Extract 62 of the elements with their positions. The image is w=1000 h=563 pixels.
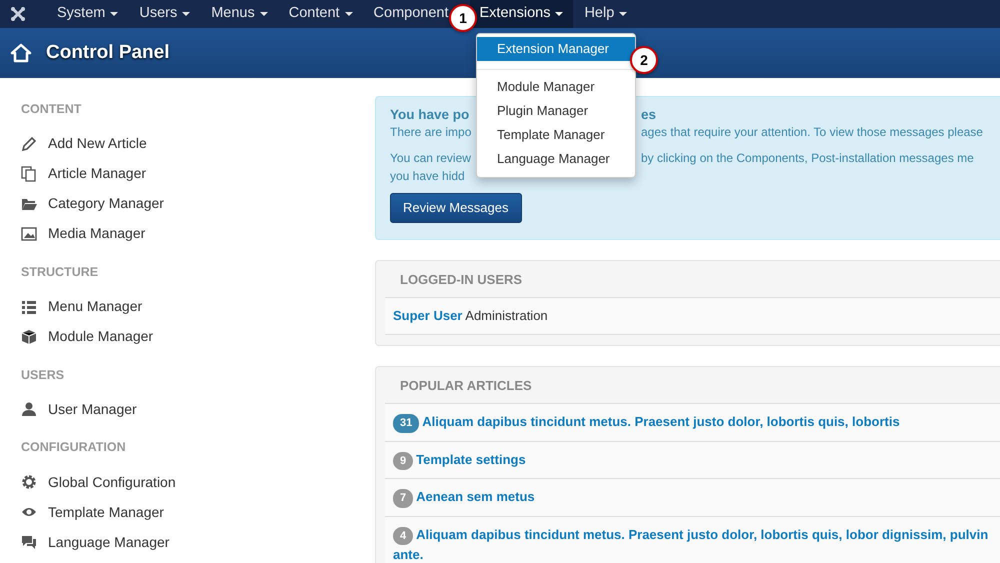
alert-text: You can review xyxy=(390,151,471,166)
hits-badge: 4 xyxy=(393,526,414,546)
hits-badge: 7 xyxy=(393,489,414,508)
dropdown-item[interactable]: Plugin Manager xyxy=(477,99,635,123)
alert-text: ages that require your attention. To view those messages please xyxy=(641,125,983,140)
sidebar-link[interactable]: Category Manager xyxy=(21,188,355,219)
sidebar-link[interactable]: Template Manager xyxy=(21,497,355,527)
section-heading: USERS xyxy=(21,366,66,384)
article-link[interactable]: Aenean sem metus xyxy=(416,489,535,504)
menu-item[interactable]: Menus xyxy=(211,0,268,28)
alert-text: by clicking on the Components, Post-installation messages me xyxy=(641,151,974,166)
alert-title: es xyxy=(641,107,656,122)
user-link[interactable]: Super User xyxy=(393,308,462,324)
alert-text: There are impo xyxy=(390,125,472,140)
hits-badge: 9 xyxy=(393,452,414,470)
section-heading: CONFIGURATION xyxy=(21,439,127,456)
sidebar-link[interactable]: User Manager xyxy=(21,394,355,424)
caret-icon xyxy=(110,12,118,16)
caret-icon xyxy=(619,12,628,16)
dropdown-item[interactable]: Language Manager xyxy=(477,147,635,171)
section-heading: CONTENT xyxy=(21,101,82,118)
sidebar-link[interactable]: Module Manager xyxy=(21,322,355,352)
menu-item[interactable]: Component xyxy=(374,0,449,28)
pencil-icon xyxy=(21,136,37,152)
article-link[interactable]: Aliquam dapibus tincidunt metus. Praesent justo dolor, lobortis quis, lobor dignissim, pulvin xyxy=(416,526,988,542)
hits-badge: 31 xyxy=(393,414,420,433)
article-link[interactable]: Aliquam dapibus tincidunt metus. Praesent justo dolor, lobortis quis, lobortis xyxy=(422,414,900,430)
section-heading: STRUCTURE xyxy=(21,264,100,281)
menu-item[interactable]: System xyxy=(57,0,118,28)
page-title: Control Panel xyxy=(46,42,170,64)
review-messages-button[interactable]: Review Messages xyxy=(390,193,522,223)
sidebar-link[interactable]: Media Manager xyxy=(21,218,355,249)
sidebar-link[interactable]: Article Manager xyxy=(21,158,355,189)
user-area: Administration xyxy=(465,308,548,324)
chat-icon xyxy=(21,534,37,550)
image-icon xyxy=(21,226,37,242)
caret-icon xyxy=(344,12,353,16)
article-link[interactable]: ante. xyxy=(393,547,424,562)
article-link[interactable]: Template settings xyxy=(416,452,526,467)
caret-icon xyxy=(260,12,268,16)
user-icon xyxy=(21,401,37,418)
list-icon xyxy=(21,298,37,314)
dropdown-item[interactable]: Module Manager xyxy=(477,75,635,99)
menu-item[interactable]: Help xyxy=(584,0,628,28)
menu-item[interactable]: Extensions xyxy=(470,0,574,28)
logo-icon[interactable] xyxy=(10,6,26,22)
sidebar-link[interactable]: Global Configuration xyxy=(21,467,355,497)
sidebar-link[interactable]: Language Manager xyxy=(21,527,355,557)
alert-title: You have po xyxy=(390,107,470,122)
menu-item[interactable]: Content xyxy=(288,0,353,28)
home-icon xyxy=(10,43,32,63)
caret-icon xyxy=(182,12,190,16)
alert-text: you have hidd xyxy=(390,169,465,184)
cube-icon xyxy=(21,328,37,344)
caret-icon xyxy=(555,12,564,16)
dropdown-item[interactable]: Extension Manager xyxy=(477,37,635,61)
copy-icon xyxy=(21,166,37,182)
gear-icon xyxy=(21,474,37,490)
sidebar-link[interactable]: Add New Article xyxy=(21,128,355,159)
dropdown-item[interactable]: Template Manager xyxy=(477,123,635,147)
menu-item[interactable]: Users xyxy=(139,0,190,28)
sidebar-link[interactable]: Menu Manager xyxy=(21,292,355,322)
